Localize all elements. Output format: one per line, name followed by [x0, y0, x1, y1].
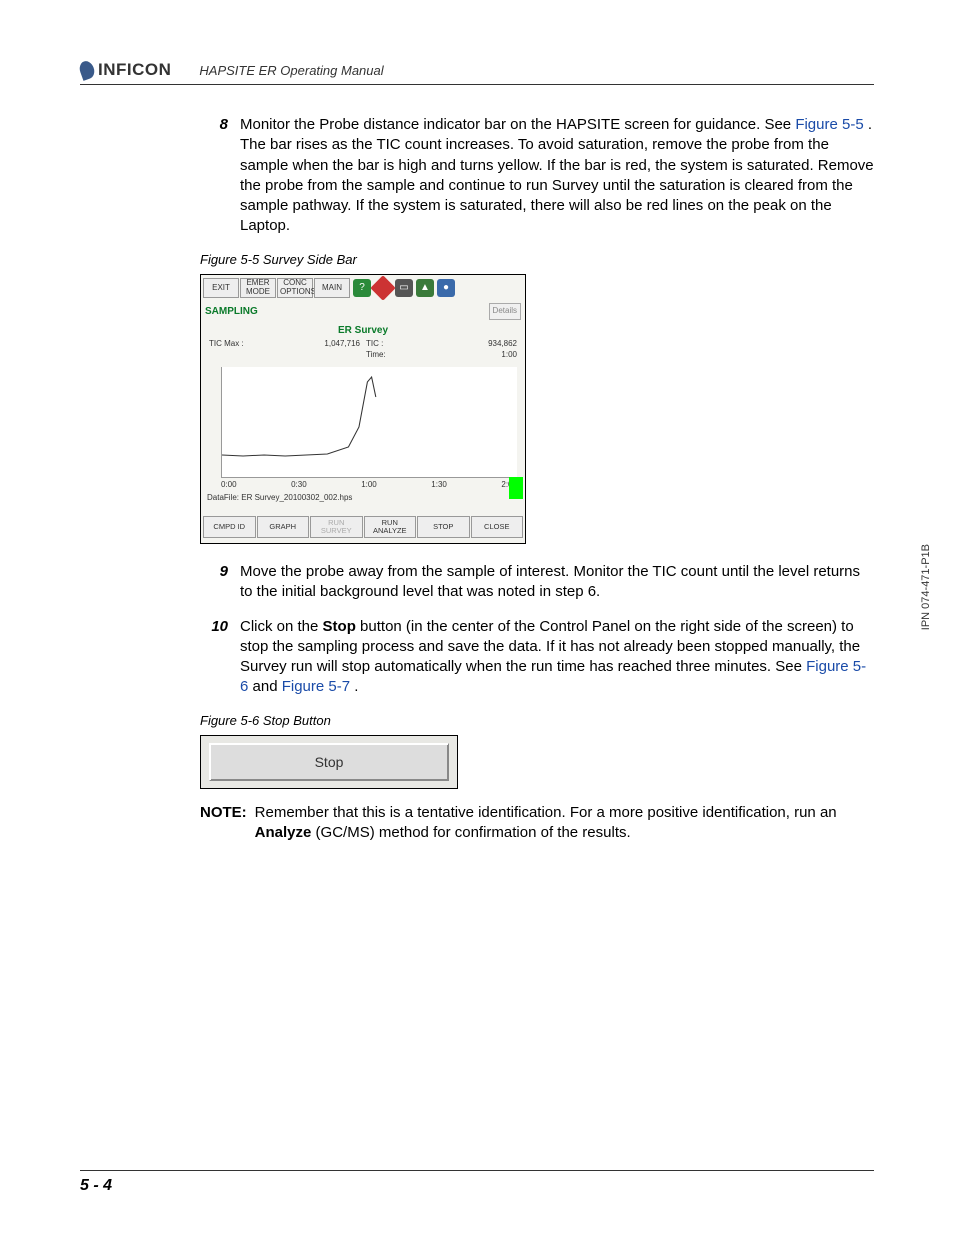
figure-5-6-caption: Figure 5-6 Stop Button — [200, 712, 874, 730]
status-tree-icon[interactable]: ▲ — [416, 279, 434, 297]
droplet-icon — [77, 59, 96, 81]
survey-top-toolbar: EXIT EMER MODE CONC OPTIONS MAIN ? ▭ ▲ ● — [201, 275, 525, 301]
figure-5-5-screenshot: EXIT EMER MODE CONC OPTIONS MAIN ? ▭ ▲ ●… — [200, 274, 526, 544]
figure-link-5-7[interactable]: Figure 5-7 — [282, 678, 350, 695]
run-analyze-button[interactable]: RUN ANALYZE — [364, 516, 417, 538]
step-number: 9 — [200, 562, 228, 603]
stop-button[interactable]: Stop — [209, 743, 449, 781]
tic-max-label: TIC Max : — [209, 339, 244, 348]
step-body: Click on the Stop button (in the center … — [240, 617, 874, 698]
globe-icon[interactable]: ● — [437, 279, 455, 297]
figure-5-5-caption: Figure 5-5 Survey Side Bar — [200, 251, 874, 269]
stop-button-small[interactable]: STOP — [417, 516, 470, 538]
chart-line-svg — [222, 367, 517, 477]
note-body: Remember that this is a tentative identi… — [255, 803, 874, 844]
analyze-bold: Analyze — [255, 824, 312, 841]
close-button[interactable]: CLOSE — [471, 516, 524, 538]
step-8: 8 Monitor the Probe distance indicator b… — [200, 115, 874, 237]
cmpd-id-button[interactable]: CMPD ID — [203, 516, 256, 538]
ipn-side-text: IPN 074-471-P1B — [920, 544, 932, 630]
page-footer: 5 - 4 — [80, 1170, 874, 1195]
step-number: 10 — [200, 617, 228, 698]
datafile-label: DataFile: ER Survey_20100302_002.hps — [201, 491, 525, 506]
run-survey-button[interactable]: RUN SURVEY — [310, 516, 363, 538]
graph-button[interactable]: GRAPH — [257, 516, 310, 538]
step-body: Move the probe away from the sample of i… — [240, 562, 874, 603]
emer-mode-button[interactable]: EMER MODE — [240, 278, 276, 298]
brand-logo: INFICON — [80, 60, 171, 80]
page-number: 5 - 4 — [80, 1177, 112, 1194]
brand-text: INFICON — [98, 60, 171, 80]
tic-value: 934,862 — [488, 339, 517, 348]
manual-title: HAPSITE ER Operating Manual — [199, 63, 383, 80]
chart-x-axis: 0:00 0:30 1:00 1:30 2:00 — [201, 480, 525, 491]
main-button[interactable]: MAIN — [314, 278, 350, 298]
battery-icon[interactable]: ▭ — [395, 279, 413, 297]
note-block: NOTE: Remember that this is a tentative … — [200, 803, 874, 844]
step-body: Monitor the Probe distance indicator bar… — [240, 115, 874, 237]
step-number: 8 — [200, 115, 228, 237]
er-survey-title: ER Survey — [201, 324, 525, 338]
step-10: 10 Click on the Stop button (in the cent… — [200, 617, 874, 698]
details-button[interactable]: Details — [489, 303, 521, 320]
stop-bold: Stop — [323, 618, 356, 635]
exit-button[interactable]: EXIT — [203, 278, 239, 298]
time-value: 1:00 — [501, 350, 517, 359]
sampling-status: SAMPLING — [205, 305, 258, 319]
help-icon[interactable]: ? — [353, 279, 371, 297]
tic-max-value: 1,047,716 — [324, 339, 360, 348]
tic-label: TIC : — [366, 339, 383, 348]
time-label: Time: — [366, 350, 386, 359]
figure-link-5-5[interactable]: Figure 5-5 — [795, 116, 863, 133]
note-label: NOTE: — [200, 803, 247, 844]
probe-distance-indicator-bar — [509, 477, 523, 499]
info-diamond-icon[interactable] — [370, 275, 395, 300]
tic-chart — [221, 367, 517, 478]
step-9: 9 Move the probe away from the sample of… — [200, 562, 874, 603]
survey-bottom-toolbar: CMPD ID GRAPH RUN SURVEY RUN ANALYZE STO… — [201, 513, 525, 541]
conc-options-button[interactable]: CONC OPTIONS — [277, 278, 313, 298]
figure-5-6-screenshot: Stop — [200, 735, 458, 789]
page-header: INFICON HAPSITE ER Operating Manual — [80, 60, 874, 85]
